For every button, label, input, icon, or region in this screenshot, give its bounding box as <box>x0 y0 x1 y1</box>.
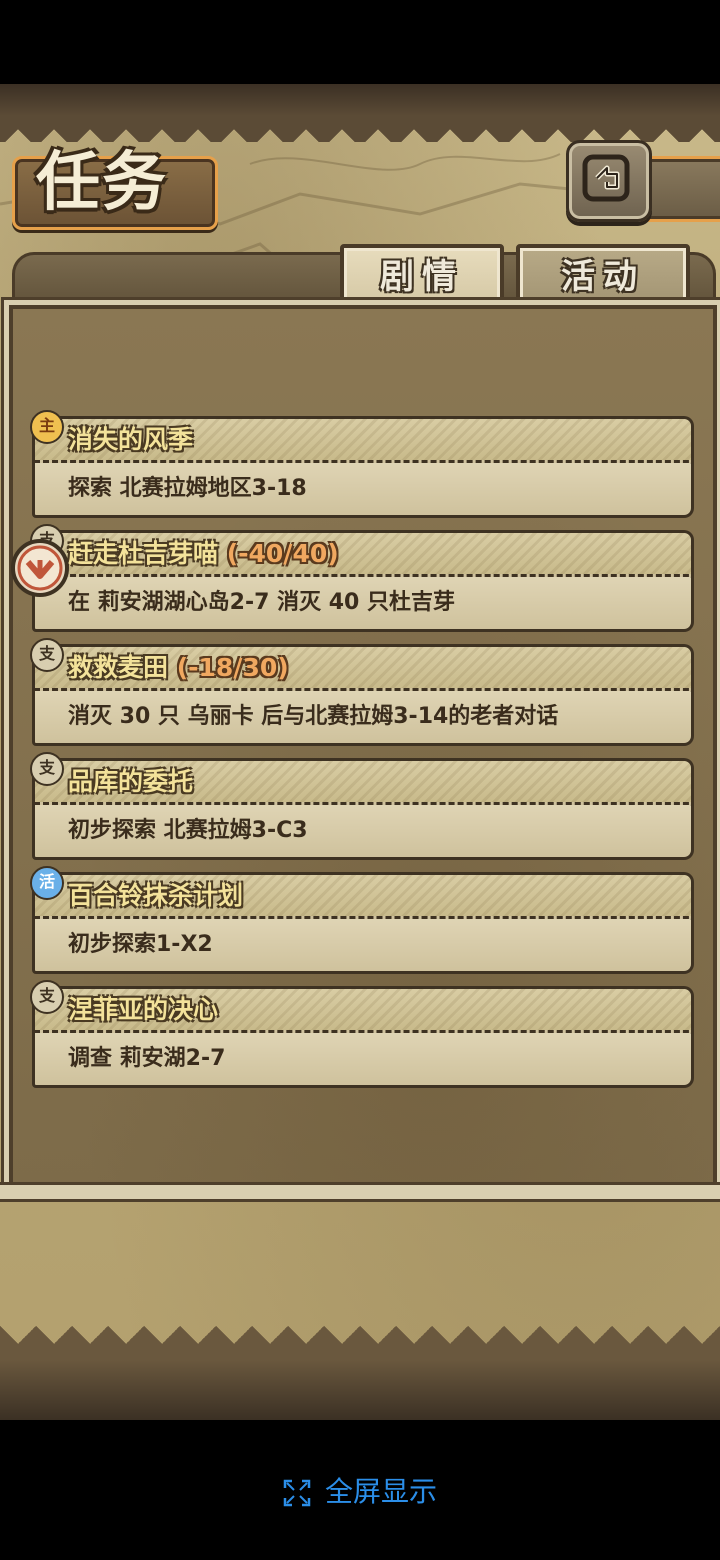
quest-item[interactable]: 支 涅菲亚的决心 调查 莉安湖2-7 <box>30 980 694 1088</box>
quest-name: 百合铃抹杀计划 <box>68 876 243 916</box>
side-quest-icon: 支 <box>30 980 64 1014</box>
bottom-border-teeth <box>0 1324 720 1364</box>
side-quest-icon: 支 <box>30 752 64 786</box>
main-quest-icon: 主 <box>30 410 64 444</box>
side-quest-icon: 支 <box>30 638 64 672</box>
top-border <box>0 84 720 116</box>
quest-description: 消灭 30 只 乌丽卡 后与北赛拉姆3-14的老者对话 <box>68 704 559 729</box>
fullscreen-button[interactable]: 全屏显示 <box>0 1470 720 1514</box>
quest-title: 救救麦田 <box>68 653 169 682</box>
quest-name: 品库的委托 <box>68 762 193 802</box>
back-button[interactable] <box>566 140 652 222</box>
quest-progress: (-40/40) <box>218 539 339 568</box>
quest-description: 初步探索1-X2 <box>68 932 213 957</box>
fullscreen-label: 全屏显示 <box>324 1475 437 1508</box>
quest-name: 涅菲亚的决心 <box>68 990 218 1030</box>
quest-item[interactable]: 活 百合铃抹杀计划 初步探索1-X2 <box>30 866 694 974</box>
quest-description: 初步探索 北赛拉姆3-C3 <box>68 818 308 843</box>
fullscreen-icon <box>283 1479 311 1507</box>
back-arrow-icon <box>582 154 630 202</box>
quest-name: 赶走杜吉芽喵 (-40/40) <box>68 534 339 574</box>
quest-name: 消失的风季 <box>68 420 193 460</box>
quest-item[interactable]: 支 品库的委托 初步探索 北赛拉姆3-C3 <box>30 752 694 860</box>
quest-title: 消失的风季 <box>68 425 194 454</box>
quest-title: 品库的委托 <box>68 767 194 796</box>
quest-item[interactable]: 支 赶走杜吉芽喵 (-40/40) 在 莉安湖湖心岛2-7 消灭 40 只杜吉芽 <box>30 524 694 632</box>
quest-panel-bottom-frame <box>0 1182 720 1202</box>
quest-name: 救救麦田 (-18/30) <box>68 648 289 688</box>
activity-quest-icon: 活 <box>30 866 64 900</box>
quest-title: 赶走杜吉芽喵 <box>68 539 219 568</box>
quest-title: 涅菲亚的决心 <box>68 995 219 1024</box>
tab-activity-label: 活动 <box>561 257 645 297</box>
bottom-border <box>0 1360 720 1420</box>
quest-item[interactable]: 支 救救麦田 (-18/30) 消灭 30 只 乌丽卡 后与北赛拉姆3-14的老… <box>30 638 694 746</box>
back-button-bar <box>640 156 720 222</box>
tab-story-label: 剧情 <box>380 257 464 297</box>
selection-pointer-icon <box>11 539 69 597</box>
quest-description: 在 莉安湖湖心岛2-7 消灭 40 只杜吉芽 <box>68 590 455 615</box>
quest-description: 调查 莉安湖2-7 <box>68 1046 226 1071</box>
page-title: 任务 <box>36 145 168 220</box>
quest-progress: (-18/30) <box>168 653 289 682</box>
quest-item[interactable]: 主 消失的风季 探索 北赛拉姆地区3-18 <box>30 410 694 518</box>
quest-title: 百合铃抹杀计划 <box>68 881 244 910</box>
quest-description: 探索 北赛拉姆地区3-18 <box>68 476 307 501</box>
